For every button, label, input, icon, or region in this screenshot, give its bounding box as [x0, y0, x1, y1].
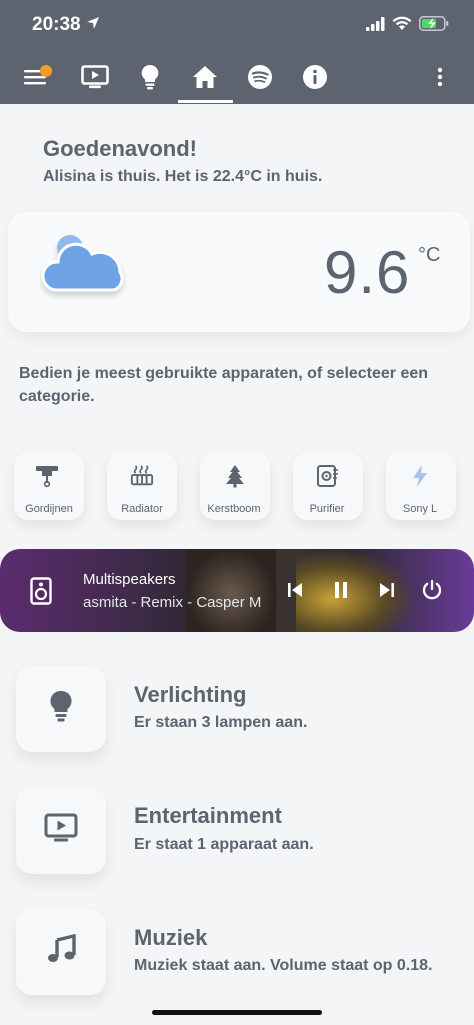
bulb-icon — [44, 689, 78, 723]
radiator-icon — [130, 464, 154, 488]
spotify-icon — [248, 65, 272, 89]
category-subtitle: Er staat 1 apparaat aan. — [134, 836, 314, 853]
home-icon — [193, 66, 217, 88]
power-icon — [422, 580, 442, 600]
pause-button[interactable] — [329, 578, 353, 602]
cellular-signal-icon — [366, 17, 385, 31]
temperature-value: 9.6 — [324, 239, 411, 306]
flash-icon — [408, 464, 432, 488]
speaker-icon — [30, 577, 52, 605]
nav-bar — [0, 52, 474, 104]
device-label: Kerstboom — [207, 503, 261, 515]
nav-tab-lights[interactable] — [135, 62, 165, 92]
album-art-figure — [186, 549, 276, 632]
battery-charging-icon — [419, 16, 449, 31]
category-title: Muziek — [134, 925, 208, 950]
notification-badge — [40, 65, 52, 77]
tree-icon — [223, 464, 247, 488]
tv-icon — [81, 65, 109, 89]
bulb-icon — [141, 64, 159, 90]
skip-next-icon — [380, 583, 394, 597]
category-title: Verlichting — [134, 682, 247, 707]
previous-track-button[interactable] — [283, 578, 307, 602]
nav-tab-info[interactable] — [300, 62, 330, 92]
nav-tab-spotify[interactable] — [245, 62, 275, 92]
greeting-subtitle: Alisina is thuis. Het is 22.4°C in huis. — [43, 168, 323, 185]
power-button[interactable] — [420, 578, 444, 602]
device-label: Purifier — [309, 503, 345, 515]
intro-text: Bedien je meest gebruikte apparaten, of … — [19, 365, 429, 405]
nav-active-indicator — [178, 100, 233, 103]
next-track-button[interactable] — [375, 578, 399, 602]
media-player[interactable] — [0, 549, 474, 632]
greeting-title: Goedenavond! — [43, 136, 198, 161]
location-arrow-icon — [87, 17, 99, 29]
tv-icon — [44, 811, 78, 845]
wifi-icon — [392, 16, 412, 30]
info-icon — [303, 65, 327, 89]
status-time: 20:38 — [32, 14, 81, 35]
temperature-unit: °C — [418, 244, 441, 266]
home-indicator[interactable] — [152, 1010, 322, 1015]
cloud-icon — [41, 235, 124, 292]
category-title: Entertainment — [134, 803, 282, 828]
curtain-icon — [35, 464, 59, 488]
status-bar: 20:38 — [0, 0, 474, 50]
more-options-button[interactable] — [425, 62, 455, 92]
purifier-icon — [316, 464, 340, 488]
skip-previous-icon — [288, 583, 302, 597]
device-label: Gordijnen — [25, 503, 73, 515]
top-bar: 20:38 — [0, 0, 474, 104]
category-subtitle: Er staan 3 lampen aan. — [134, 714, 308, 731]
nav-tab-entertainment[interactable] — [80, 62, 110, 92]
nav-tab-home[interactable] — [190, 62, 220, 92]
device-label: Radiator — [121, 503, 163, 515]
player-track: asmita - Remix - Casper M — [83, 594, 262, 611]
category-subtitle: Muziek staat aan. Volume staat op 0.18. — [134, 957, 433, 974]
player-title: Multispeakers — [83, 571, 176, 588]
more-vertical-icon — [437, 67, 443, 87]
device-label: Sony L — [402, 503, 438, 515]
pause-icon — [335, 582, 347, 598]
music-note-icon — [44, 932, 78, 966]
